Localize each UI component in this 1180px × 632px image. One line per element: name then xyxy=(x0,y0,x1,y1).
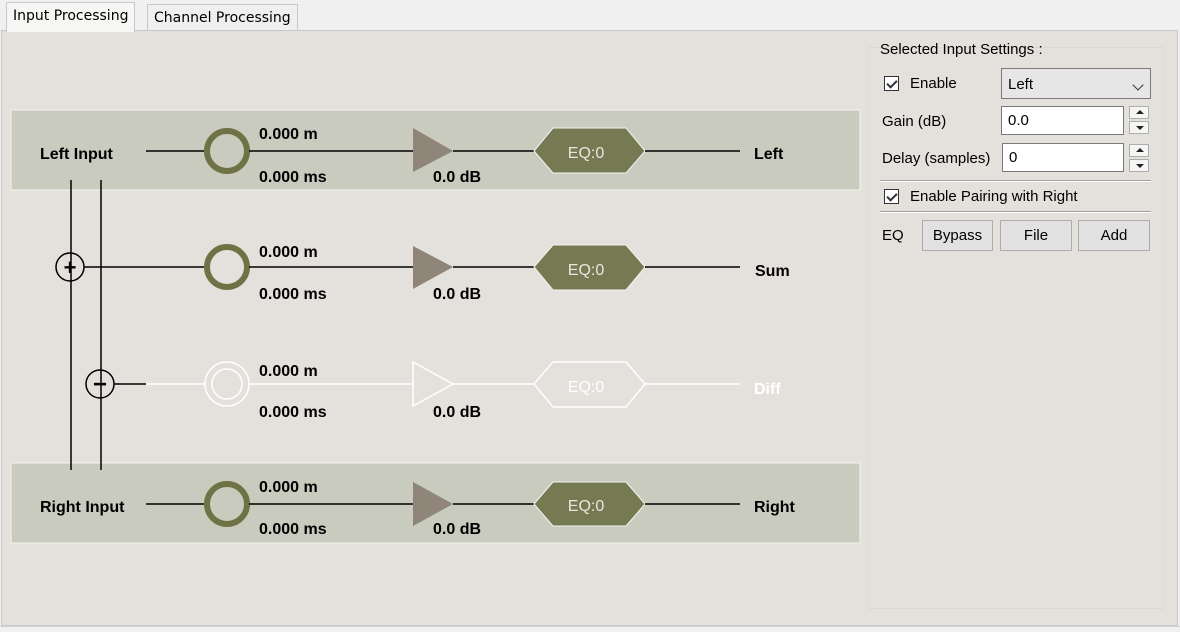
gain-value: 0.0 dB xyxy=(433,404,481,421)
eq-label: EQ:0 xyxy=(568,498,605,515)
separator xyxy=(880,211,1151,213)
left-input-label: Left Input xyxy=(40,146,114,163)
gain-value: 0.0 dB xyxy=(433,521,481,538)
tab-input-processing[interactable]: Input Processing xyxy=(6,2,136,32)
pairing-label[interactable]: Enable Pairing with Right xyxy=(910,188,1078,205)
delay-spinner[interactable] xyxy=(1129,144,1149,173)
eq-label: EQ:0 xyxy=(568,262,605,279)
plus-icon: + xyxy=(64,255,77,280)
gain-input[interactable]: 0.0 xyxy=(1001,106,1124,135)
add-button[interactable]: Add xyxy=(1078,220,1150,251)
file-button[interactable]: File xyxy=(1000,220,1072,251)
gain-triangle-icon[interactable] xyxy=(412,360,455,408)
spin-down-icon[interactable] xyxy=(1129,159,1149,172)
bypass-button[interactable]: Bypass xyxy=(922,220,993,251)
separator xyxy=(880,180,1151,182)
spin-down-icon[interactable] xyxy=(1129,121,1149,134)
right-input-label: Right Input xyxy=(40,499,125,516)
eq-section-label: EQ xyxy=(882,227,904,244)
output-label: Left xyxy=(754,146,784,163)
delay-value: 0.000 ms xyxy=(259,286,327,303)
output-label: Right xyxy=(754,499,796,516)
gain-value: 0.0 dB xyxy=(433,169,481,186)
chevron-down-icon xyxy=(1132,79,1144,91)
row-sum: + 0.000 m 0.000 ms 0.0 dB EQ:0 Sum xyxy=(55,244,790,303)
channel-select[interactable]: Left xyxy=(1001,68,1151,99)
delay-label: Delay (samples) xyxy=(882,150,991,167)
eq-label: EQ:0 xyxy=(568,145,605,162)
channel-select-value: Left xyxy=(1008,76,1034,93)
distance-value: 0.000 m xyxy=(259,363,318,380)
distance-value: 0.000 m xyxy=(259,126,318,143)
enable-checkbox[interactable] xyxy=(884,76,899,91)
gain-spinner[interactable] xyxy=(1129,106,1149,135)
settings-title: Selected Input Settings : xyxy=(880,41,1043,58)
delay-value: 0.000 ms xyxy=(259,521,327,538)
output-label: Diff xyxy=(754,381,781,398)
spin-up-icon[interactable] xyxy=(1129,144,1149,157)
distance-value: 0.000 m xyxy=(259,479,318,496)
delay-value: 0.000 ms xyxy=(259,169,327,186)
pairing-checkbox[interactable] xyxy=(884,189,899,204)
output-label: Sum xyxy=(755,263,790,280)
gain-label: Gain (dB) xyxy=(882,113,947,130)
gain-triangle-icon[interactable] xyxy=(413,246,453,289)
minus-icon: − xyxy=(93,371,107,398)
enable-label[interactable]: Enable xyxy=(910,75,957,92)
delay-value: 0.000 ms xyxy=(259,404,327,421)
delay-input[interactable]: 0 xyxy=(1002,143,1124,172)
eq-label: EQ:0 xyxy=(568,379,605,396)
spin-up-icon[interactable] xyxy=(1129,106,1149,119)
row-diff: − 0.000 m 0.000 ms 0.0 dB EQ:0 Diff xyxy=(85,360,781,421)
delay-node[interactable] xyxy=(204,244,250,290)
distance-value: 0.000 m xyxy=(259,244,318,261)
gain-value: 0.0 dB xyxy=(433,286,481,303)
